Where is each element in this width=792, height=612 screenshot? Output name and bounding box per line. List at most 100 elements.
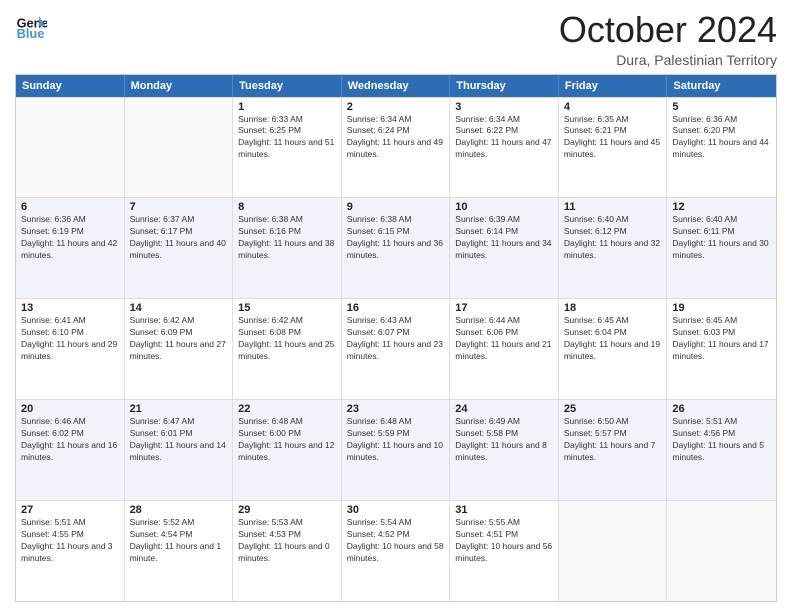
- page: General Blue October 2024 Dura, Palestin…: [0, 0, 792, 612]
- day-number-9: 9: [347, 201, 445, 213]
- cal-cell-w4d2: 29Sunrise: 5:53 AM Sunset: 4:53 PM Dayli…: [233, 501, 342, 601]
- cal-cell-w1d5: 11Sunrise: 6:40 AM Sunset: 6:12 PM Dayli…: [559, 198, 668, 298]
- cell-info-2: Sunrise: 6:34 AM Sunset: 6:24 PM Dayligh…: [347, 114, 445, 162]
- location-title: Dura, Palestinian Territory: [559, 52, 777, 68]
- header-friday: Friday: [559, 75, 668, 97]
- day-number-10: 10: [455, 201, 553, 213]
- day-number-31: 31: [455, 504, 553, 516]
- day-number-1: 1: [238, 101, 336, 113]
- cell-info-13: Sunrise: 6:41 AM Sunset: 6:10 PM Dayligh…: [21, 315, 119, 363]
- day-number-24: 24: [455, 403, 553, 415]
- cell-info-11: Sunrise: 6:40 AM Sunset: 6:12 PM Dayligh…: [564, 214, 662, 262]
- header-tuesday: Tuesday: [233, 75, 342, 97]
- cell-info-6: Sunrise: 6:36 AM Sunset: 6:19 PM Dayligh…: [21, 214, 119, 262]
- day-number-18: 18: [564, 302, 662, 314]
- cal-cell-w2d0: 13Sunrise: 6:41 AM Sunset: 6:10 PM Dayli…: [16, 299, 125, 399]
- cell-info-7: Sunrise: 6:37 AM Sunset: 6:17 PM Dayligh…: [130, 214, 228, 262]
- cal-cell-w3d0: 20Sunrise: 6:46 AM Sunset: 6:02 PM Dayli…: [16, 400, 125, 500]
- cal-cell-w1d6: 12Sunrise: 6:40 AM Sunset: 6:11 PM Dayli…: [667, 198, 776, 298]
- week-row-3: 20Sunrise: 6:46 AM Sunset: 6:02 PM Dayli…: [16, 399, 776, 500]
- day-number-12: 12: [672, 201, 771, 213]
- cal-cell-w0d6: 5Sunrise: 6:36 AM Sunset: 6:20 PM Daylig…: [667, 98, 776, 198]
- week-row-1: 6Sunrise: 6:36 AM Sunset: 6:19 PM Daylig…: [16, 197, 776, 298]
- cal-cell-w0d1: [125, 98, 234, 198]
- day-number-23: 23: [347, 403, 445, 415]
- day-number-11: 11: [564, 201, 662, 213]
- cell-info-23: Sunrise: 6:48 AM Sunset: 5:59 PM Dayligh…: [347, 416, 445, 464]
- cell-info-20: Sunrise: 6:46 AM Sunset: 6:02 PM Dayligh…: [21, 416, 119, 464]
- calendar-header: Sunday Monday Tuesday Wednesday Thursday…: [16, 75, 776, 97]
- cell-info-9: Sunrise: 6:38 AM Sunset: 6:15 PM Dayligh…: [347, 214, 445, 262]
- cell-info-1: Sunrise: 6:33 AM Sunset: 6:25 PM Dayligh…: [238, 114, 336, 162]
- cell-info-8: Sunrise: 6:38 AM Sunset: 6:16 PM Dayligh…: [238, 214, 336, 262]
- header-thursday: Thursday: [450, 75, 559, 97]
- cal-cell-w4d5: [559, 501, 668, 601]
- cell-info-19: Sunrise: 6:45 AM Sunset: 6:03 PM Dayligh…: [672, 315, 771, 363]
- cal-cell-w2d1: 14Sunrise: 6:42 AM Sunset: 6:09 PM Dayli…: [125, 299, 234, 399]
- cell-info-12: Sunrise: 6:40 AM Sunset: 6:11 PM Dayligh…: [672, 214, 771, 262]
- header-saturday: Saturday: [667, 75, 776, 97]
- week-row-0: 1Sunrise: 6:33 AM Sunset: 6:25 PM Daylig…: [16, 97, 776, 198]
- cell-info-5: Sunrise: 6:36 AM Sunset: 6:20 PM Dayligh…: [672, 114, 771, 162]
- calendar-body: 1Sunrise: 6:33 AM Sunset: 6:25 PM Daylig…: [16, 97, 776, 601]
- cell-info-18: Sunrise: 6:45 AM Sunset: 6:04 PM Dayligh…: [564, 315, 662, 363]
- day-number-20: 20: [21, 403, 119, 415]
- day-number-8: 8: [238, 201, 336, 213]
- cal-cell-w0d0: [16, 98, 125, 198]
- cal-cell-w4d4: 31Sunrise: 5:55 AM Sunset: 4:51 PM Dayli…: [450, 501, 559, 601]
- day-number-2: 2: [347, 101, 445, 113]
- logo: General Blue: [15, 10, 47, 42]
- day-number-21: 21: [130, 403, 228, 415]
- header: General Blue October 2024 Dura, Palestin…: [15, 10, 777, 68]
- day-number-26: 26: [672, 403, 771, 415]
- header-monday: Monday: [125, 75, 234, 97]
- cell-info-16: Sunrise: 6:43 AM Sunset: 6:07 PM Dayligh…: [347, 315, 445, 363]
- cal-cell-w4d6: [667, 501, 776, 601]
- header-sunday: Sunday: [16, 75, 125, 97]
- day-number-14: 14: [130, 302, 228, 314]
- cell-info-25: Sunrise: 6:50 AM Sunset: 5:57 PM Dayligh…: [564, 416, 662, 464]
- cal-cell-w4d1: 28Sunrise: 5:52 AM Sunset: 4:54 PM Dayli…: [125, 501, 234, 601]
- cal-cell-w1d4: 10Sunrise: 6:39 AM Sunset: 6:14 PM Dayli…: [450, 198, 559, 298]
- day-number-22: 22: [238, 403, 336, 415]
- cell-info-22: Sunrise: 6:48 AM Sunset: 6:00 PM Dayligh…: [238, 416, 336, 464]
- cal-cell-w0d5: 4Sunrise: 6:35 AM Sunset: 6:21 PM Daylig…: [559, 98, 668, 198]
- day-number-17: 17: [455, 302, 553, 314]
- header-wednesday: Wednesday: [342, 75, 451, 97]
- cal-cell-w3d5: 25Sunrise: 6:50 AM Sunset: 5:57 PM Dayli…: [559, 400, 668, 500]
- cal-cell-w2d2: 15Sunrise: 6:42 AM Sunset: 6:08 PM Dayli…: [233, 299, 342, 399]
- cell-info-27: Sunrise: 5:51 AM Sunset: 4:55 PM Dayligh…: [21, 517, 119, 565]
- day-number-28: 28: [130, 504, 228, 516]
- cal-cell-w0d2: 1Sunrise: 6:33 AM Sunset: 6:25 PM Daylig…: [233, 98, 342, 198]
- cell-info-24: Sunrise: 6:49 AM Sunset: 5:58 PM Dayligh…: [455, 416, 553, 464]
- cal-cell-w3d2: 22Sunrise: 6:48 AM Sunset: 6:00 PM Dayli…: [233, 400, 342, 500]
- cal-cell-w1d2: 8Sunrise: 6:38 AM Sunset: 6:16 PM Daylig…: [233, 198, 342, 298]
- cell-info-21: Sunrise: 6:47 AM Sunset: 6:01 PM Dayligh…: [130, 416, 228, 464]
- cell-info-28: Sunrise: 5:52 AM Sunset: 4:54 PM Dayligh…: [130, 517, 228, 565]
- cal-cell-w3d6: 26Sunrise: 5:51 AM Sunset: 4:56 PM Dayli…: [667, 400, 776, 500]
- day-number-13: 13: [21, 302, 119, 314]
- cell-info-26: Sunrise: 5:51 AM Sunset: 4:56 PM Dayligh…: [672, 416, 771, 464]
- cal-cell-w4d0: 27Sunrise: 5:51 AM Sunset: 4:55 PM Dayli…: [16, 501, 125, 601]
- cal-cell-w4d3: 30Sunrise: 5:54 AM Sunset: 4:52 PM Dayli…: [342, 501, 451, 601]
- cal-cell-w0d4: 3Sunrise: 6:34 AM Sunset: 6:22 PM Daylig…: [450, 98, 559, 198]
- cell-info-31: Sunrise: 5:55 AM Sunset: 4:51 PM Dayligh…: [455, 517, 553, 565]
- day-number-19: 19: [672, 302, 771, 314]
- cell-info-10: Sunrise: 6:39 AM Sunset: 6:14 PM Dayligh…: [455, 214, 553, 262]
- cell-info-17: Sunrise: 6:44 AM Sunset: 6:06 PM Dayligh…: [455, 315, 553, 363]
- day-number-25: 25: [564, 403, 662, 415]
- week-row-4: 27Sunrise: 5:51 AM Sunset: 4:55 PM Dayli…: [16, 500, 776, 601]
- calendar: Sunday Monday Tuesday Wednesday Thursday…: [15, 74, 777, 602]
- cal-cell-w1d3: 9Sunrise: 6:38 AM Sunset: 6:15 PM Daylig…: [342, 198, 451, 298]
- cell-info-29: Sunrise: 5:53 AM Sunset: 4:53 PM Dayligh…: [238, 517, 336, 565]
- cal-cell-w2d5: 18Sunrise: 6:45 AM Sunset: 6:04 PM Dayli…: [559, 299, 668, 399]
- day-number-4: 4: [564, 101, 662, 113]
- day-number-15: 15: [238, 302, 336, 314]
- cal-cell-w3d4: 24Sunrise: 6:49 AM Sunset: 5:58 PM Dayli…: [450, 400, 559, 500]
- cal-cell-w2d4: 17Sunrise: 6:44 AM Sunset: 6:06 PM Dayli…: [450, 299, 559, 399]
- cal-cell-w2d3: 16Sunrise: 6:43 AM Sunset: 6:07 PM Dayli…: [342, 299, 451, 399]
- cal-cell-w0d3: 2Sunrise: 6:34 AM Sunset: 6:24 PM Daylig…: [342, 98, 451, 198]
- day-number-30: 30: [347, 504, 445, 516]
- cal-cell-w3d3: 23Sunrise: 6:48 AM Sunset: 5:59 PM Dayli…: [342, 400, 451, 500]
- cal-cell-w2d6: 19Sunrise: 6:45 AM Sunset: 6:03 PM Dayli…: [667, 299, 776, 399]
